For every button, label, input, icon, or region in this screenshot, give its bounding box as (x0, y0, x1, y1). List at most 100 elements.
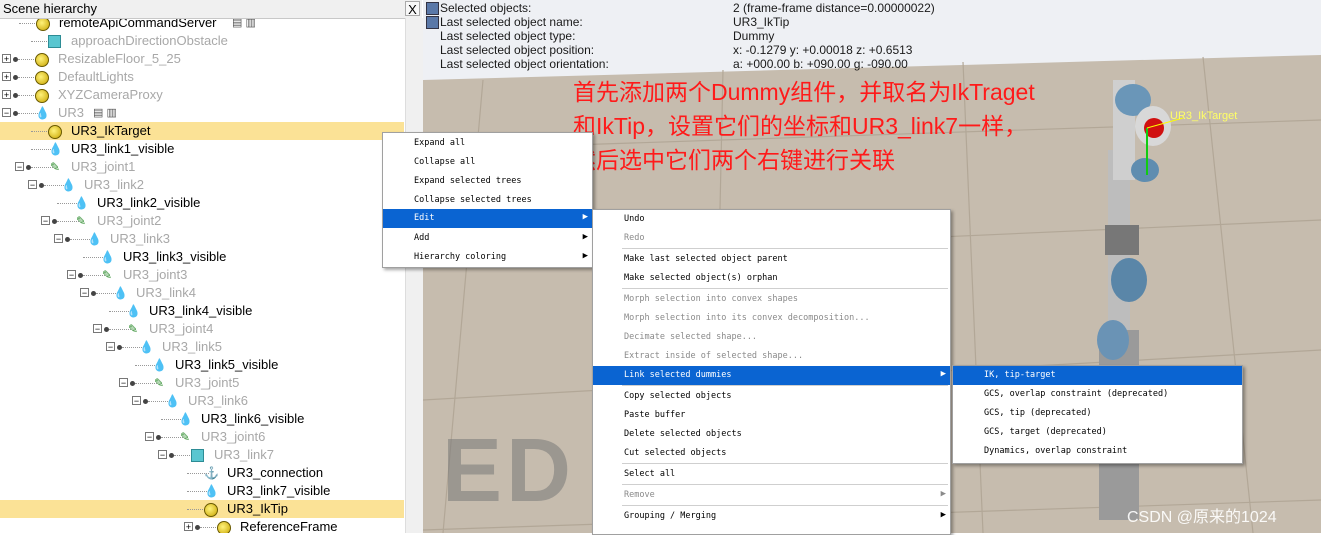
expand-toggle-icon[interactable]: − (15, 162, 24, 172)
shape-icon: 💧 (204, 484, 219, 498)
cube-icon (191, 449, 204, 462)
visibility-dot-icon (13, 111, 18, 116)
menu-item[interactable]: Make selected object(s) orphan (593, 269, 950, 288)
menu-item[interactable]: Select all (593, 465, 950, 484)
tree-row[interactable]: − 💧 UR3_link5 (0, 338, 404, 356)
expand-toggle-icon[interactable]: + (2, 54, 11, 64)
expand-toggle-icon[interactable]: + (2, 72, 11, 82)
shape-icon: 💧 (61, 178, 76, 192)
expand-toggle-icon[interactable]: − (41, 216, 50, 226)
menu-item-label: Cut selected objects (624, 448, 727, 458)
menu-item[interactable]: Morph selection into its convex decompos… (593, 309, 950, 328)
expand-toggle-icon[interactable]: − (80, 288, 89, 298)
hierarchy-scrollbar[interactable] (405, 18, 423, 533)
tree-row-label: UR3_link4_visible (149, 303, 253, 318)
menu-item[interactable]: GCS, overlap constraint (deprecated) (953, 385, 1242, 404)
tree-row-label: UR3_link6_visible (201, 411, 305, 426)
tree-row[interactable]: − ✎ UR3_joint3 (0, 266, 404, 284)
shape-icon: 💧 (113, 286, 128, 300)
close-icon[interactable]: X (405, 1, 420, 17)
tree-row[interactable]: 💧 UR3_link2_visible (0, 194, 404, 212)
expand-toggle-icon[interactable]: + (2, 90, 11, 100)
menu-item[interactable]: Paste buffer (593, 406, 950, 425)
conn-icon: ⚓ (204, 466, 219, 480)
tree-row[interactable]: UR3_IkTip (0, 500, 404, 518)
expand-toggle-icon[interactable]: − (28, 180, 37, 190)
joint-icon: ✎ (49, 160, 61, 174)
menu-item[interactable]: GCS, target (deprecated) (953, 423, 1242, 442)
tree-row[interactable]: − 💧 UR3_link4 (0, 284, 404, 302)
menu-item[interactable]: Redo (593, 229, 950, 248)
tree-row[interactable]: ⚓ UR3_connection (0, 464, 404, 482)
menu-item-label: Undo (624, 214, 645, 224)
tree-row[interactable]: 💧 UR3_link7_visible (0, 482, 404, 500)
menu-item[interactable]: IK, tip-target (953, 366, 1242, 385)
tree-row[interactable]: − ✎ UR3_joint6 (0, 428, 404, 446)
menu-item[interactable]: GCS, tip (deprecated) (953, 404, 1242, 423)
tree-row-label: UR3_link7 (214, 447, 274, 462)
tree-row-label: UR3_link1_visible (71, 141, 175, 156)
menu-item[interactable]: Delete selected objects (593, 425, 950, 444)
menu-item[interactable]: Collapse all (383, 153, 592, 172)
tree-row[interactable]: − 💧 UR3_link2 (0, 176, 404, 194)
tree-row[interactable]: + ResizableFloor_5_25 (0, 50, 404, 68)
tree-row[interactable]: UR3_IkTarget (0, 122, 404, 140)
expand-toggle-icon[interactable]: − (158, 450, 167, 460)
tree-row[interactable]: + DefaultLights (0, 68, 404, 86)
menu-item[interactable]: Decimate selected shape... (593, 328, 950, 347)
expand-toggle-icon[interactable]: − (2, 108, 11, 118)
menu-item[interactable]: Link selected dummies ▶ (593, 366, 950, 385)
menu-item[interactable]: Grouping / Merging ▶ (593, 507, 950, 526)
menu-item-label: Morph selection into its convex decompos… (624, 313, 870, 323)
expand-toggle-icon[interactable]: − (67, 270, 76, 280)
menu-item[interactable]: Cut selected objects (593, 444, 950, 463)
tree-row[interactable]: − 💧 UR3 ▤ ▥ (0, 104, 404, 122)
menu-item[interactable]: Undo (593, 210, 950, 229)
menu-item[interactable]: Collapse selected trees (383, 191, 592, 210)
tree-row[interactable]: − ✎ UR3_joint2 (0, 212, 404, 230)
menu-item[interactable]: Expand selected trees (383, 172, 592, 191)
shape-icon: 💧 (152, 358, 167, 372)
menu-item[interactable]: Hierarchy coloring ▶ (383, 248, 592, 267)
expand-toggle-icon[interactable]: − (145, 432, 154, 442)
menu-item-label: Grouping / Merging (624, 511, 717, 521)
tree-row[interactable]: 💧 UR3_link1_visible (0, 140, 404, 158)
info-value: UR3_IkTip (733, 15, 790, 29)
menu-item[interactable]: Make last selected object parent (593, 250, 950, 269)
tree-row[interactable]: + XYZCameraProxy (0, 86, 404, 104)
tree-row[interactable]: − 💧 UR3_link6 (0, 392, 404, 410)
menu-item[interactable]: Morph selection into convex shapes (593, 290, 950, 309)
menu-item[interactable]: Copy selected objects (593, 387, 950, 406)
shape-icon: 💧 (126, 304, 141, 318)
tree-row[interactable]: 💧 UR3_link3_visible (0, 248, 404, 266)
edit-submenu: Undo Redo Make last selected object parent… (592, 209, 951, 535)
link-dummies-submenu: IK, tip-target GCS, overlap constraint (d… (952, 365, 1243, 464)
menu-item[interactable]: Remove ▶ (593, 486, 950, 505)
tree-row[interactable]: − ✎ UR3_joint4 (0, 320, 404, 338)
script-icon[interactable]: ▤ ▥ (93, 106, 117, 119)
menu-item[interactable]: Dynamics, overlap constraint (953, 442, 1242, 461)
tree-row[interactable]: − ✎ UR3_joint1 (0, 158, 404, 176)
visibility-dot-icon (65, 237, 70, 242)
menu-item[interactable]: Add ▶ (383, 229, 592, 248)
menu-item[interactable]: Expand all (383, 134, 592, 153)
annotation-line-3: 然后选中它们两个右键进行关联 (573, 147, 895, 173)
tree-row[interactable]: − ✎ UR3_joint5 (0, 374, 404, 392)
expand-toggle-icon[interactable]: − (106, 342, 115, 352)
tree-row[interactable]: 💧 UR3_link5_visible (0, 356, 404, 374)
tree-row[interactable]: approachDirectionObstacle (0, 32, 404, 50)
context-menu: Expand all Collapse all Expand selected tr… (382, 132, 593, 268)
tree-row[interactable]: + ReferenceFrame (0, 518, 404, 533)
expand-toggle-icon[interactable]: + (184, 522, 193, 532)
tree-row[interactable]: 💧 UR3_link4_visible (0, 302, 404, 320)
expand-toggle-icon[interactable]: − (119, 378, 128, 388)
tree-row[interactable]: 💧 UR3_link6_visible (0, 410, 404, 428)
tree-row[interactable]: − UR3_link7 (0, 446, 404, 464)
expand-toggle-icon[interactable]: − (132, 396, 141, 406)
expand-toggle-icon[interactable]: − (54, 234, 63, 244)
menu-item[interactable]: Edit ▶ (383, 209, 592, 228)
tree-row[interactable]: − 💧 UR3_link3 (0, 230, 404, 248)
menu-item[interactable]: Extract inside of selected shape... (593, 347, 950, 366)
expand-toggle-icon[interactable]: − (93, 324, 102, 334)
menu-item-label: Collapse all (414, 157, 476, 167)
